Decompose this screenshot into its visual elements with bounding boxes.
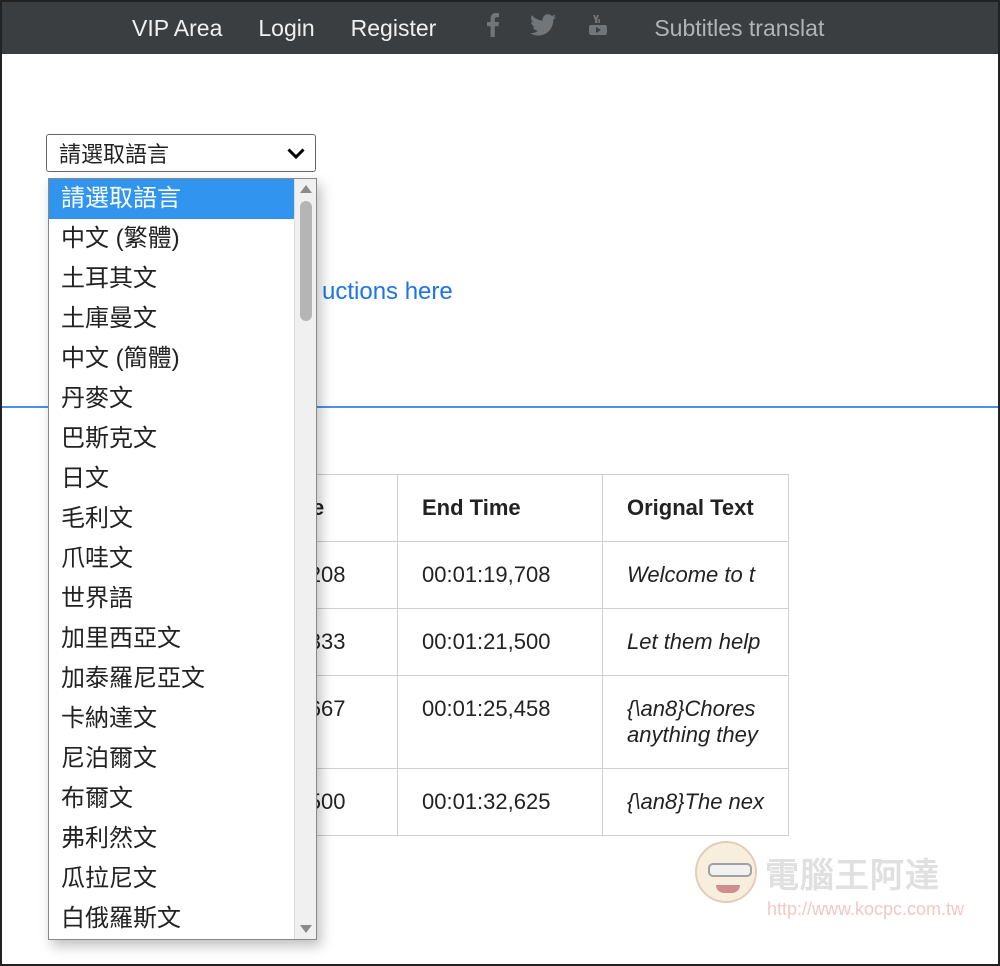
language-dropdown: 請選取語言中文 (繁體)土耳其文土庫曼文中文 (簡體)丹麥文巴斯克文日文毛利文爪… bbox=[48, 178, 317, 940]
cell-orig: Welcome to t bbox=[603, 542, 789, 609]
cell-orig: {\an8}Choresanything they bbox=[603, 676, 789, 769]
dropdown-option[interactable]: 土庫曼文 bbox=[49, 299, 294, 339]
dropdown-option[interactable]: 丹麥文 bbox=[49, 379, 294, 419]
language-select-value: 請選取語言 bbox=[59, 137, 169, 169]
dropdown-option[interactable]: 加里西亞文 bbox=[49, 619, 294, 659]
watermark-avatar-icon bbox=[695, 841, 757, 903]
cell-end: 00:01:32,625 bbox=[398, 769, 603, 836]
scroll-thumb[interactable] bbox=[300, 201, 312, 321]
dropdown-option[interactable]: 爪哇文 bbox=[49, 539, 294, 579]
cell-end: 00:01:21,500 bbox=[398, 609, 603, 676]
dropdown-option[interactable]: 瓜拉尼文 bbox=[49, 859, 294, 899]
dropdown-option[interactable]: 巴斯克文 bbox=[49, 419, 294, 459]
nav-subtitles-translate[interactable]: Subtitles translat bbox=[654, 15, 824, 42]
nav-register[interactable]: Register bbox=[351, 15, 437, 42]
dropdown-option[interactable]: 加泰羅尼亞文 bbox=[49, 659, 294, 699]
top-navbar: VIP Area Login Register Subtitles transl… bbox=[2, 2, 998, 54]
dropdown-option[interactable]: 日文 bbox=[49, 459, 294, 499]
cell-end: 00:01:25,458 bbox=[398, 676, 603, 769]
language-select[interactable]: 請選取語言 bbox=[46, 134, 316, 172]
col-orig: Orignal Text bbox=[603, 475, 789, 542]
dropdown-option[interactable]: 弗利然文 bbox=[49, 819, 294, 859]
watermark: 電腦王阿達 http://www.kocpc.com.tw bbox=[695, 841, 964, 920]
dropdown-list: 請選取語言中文 (繁體)土耳其文土庫曼文中文 (簡體)丹麥文巴斯克文日文毛利文爪… bbox=[49, 179, 294, 939]
twitter-icon[interactable] bbox=[530, 14, 556, 42]
dropdown-option[interactable]: 尼泊爾文 bbox=[49, 739, 294, 779]
dropdown-option[interactable]: 毛利文 bbox=[49, 499, 294, 539]
chevron-down-icon bbox=[287, 140, 305, 166]
dropdown-option[interactable]: 中文 (繁體) bbox=[49, 219, 294, 259]
cell-orig: {\an8}The nex bbox=[603, 769, 789, 836]
social-icons bbox=[486, 13, 610, 43]
youtube-icon[interactable] bbox=[586, 13, 610, 43]
scroll-up-icon[interactable] bbox=[300, 185, 312, 193]
dropdown-option[interactable]: 布爾文 bbox=[49, 779, 294, 819]
dropdown-option[interactable]: 中文 (簡體) bbox=[49, 339, 294, 379]
dropdown-option[interactable]: 土耳其文 bbox=[49, 259, 294, 299]
watermark-url: http://www.kocpc.com.tw bbox=[767, 899, 964, 920]
cell-orig: Let them help bbox=[603, 609, 789, 676]
col-end: End Time bbox=[398, 475, 603, 542]
nav-vip[interactable]: VIP Area bbox=[132, 15, 222, 42]
dropdown-option[interactable]: 請選取語言 bbox=[49, 179, 294, 219]
scroll-down-icon[interactable] bbox=[300, 925, 312, 933]
dropdown-option[interactable]: 卡納達文 bbox=[49, 699, 294, 739]
dropdown-scrollbar[interactable] bbox=[294, 179, 316, 939]
dropdown-option[interactable]: 白俄羅斯文 bbox=[49, 899, 294, 939]
facebook-icon[interactable] bbox=[486, 13, 500, 43]
dropdown-option[interactable]: 世界語 bbox=[49, 579, 294, 619]
nav-login[interactable]: Login bbox=[258, 15, 314, 42]
watermark-title: 電腦王阿達 bbox=[765, 848, 940, 897]
main-content: 請選取語言 bbox=[2, 54, 998, 172]
instructions-link[interactable]: uctions here bbox=[322, 278, 453, 306]
cell-end: 00:01:19,708 bbox=[398, 542, 603, 609]
